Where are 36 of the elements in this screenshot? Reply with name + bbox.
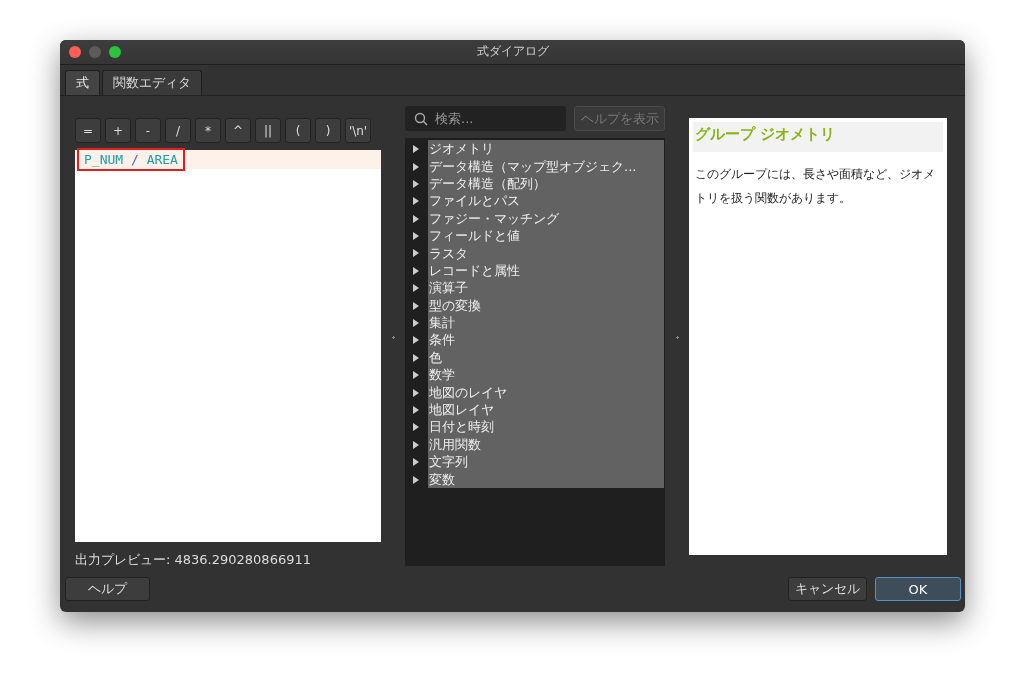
function-group-item[interactable]: 文字列 [428,453,664,471]
tab[interactable]: 式 [65,69,100,96]
expression-editor[interactable]: P_NUM / AREA [75,150,381,543]
function-group-item[interactable]: データ構造（配列） [428,175,664,193]
function-group-item[interactable]: ジオメトリ [428,140,664,158]
search-field[interactable]: 検索... [405,106,566,132]
help-title: グループ ジオメトリ [693,122,943,153]
window-title: 式ダイアログ [476,43,549,61]
ok-button[interactable]: OK [875,577,961,602]
function-group-item[interactable]: 集計 [428,314,664,332]
function-group-item[interactable]: 色 [428,349,664,367]
expression-text: P_NUM / AREA [77,148,185,172]
operator-button[interactable]: ^ [225,118,251,144]
operator-button[interactable]: - [135,118,161,144]
operator-button[interactable]: ( [285,118,311,144]
help-text: このグループには、長さや面積など、ジオメトリを扱う関数があります。 [695,166,936,208]
operator-button[interactable]: / [165,118,191,144]
close-icon[interactable] [69,46,81,58]
zoom-icon[interactable] [109,46,121,58]
operator-button[interactable]: ) [315,118,341,144]
function-group-item[interactable]: フィールドと値 [428,227,664,245]
search-icon [414,112,428,127]
function-group-item[interactable]: 地図レイヤ [428,401,664,419]
output-preview: 出力プレビュー: 4836.290280866911 [75,551,312,570]
function-group-item[interactable]: レコードと属性 [428,262,664,280]
tab[interactable]: 関数エディタ [102,69,202,96]
operator-button[interactable]: + [105,118,131,144]
expand-arrow-icon[interactable] [413,406,419,414]
cancel-button[interactable]: キャンセル [788,577,867,602]
function-group-item[interactable]: 汎用関数 [428,436,664,454]
function-group-item[interactable]: ファジー・マッチング [428,210,664,228]
operator-button[interactable]: = [75,118,101,144]
operator-button[interactable]: '\n' [345,118,371,144]
operator-button[interactable]: * [195,118,221,144]
help-button[interactable]: ヘルプ [65,577,150,602]
operator-button[interactable]: || [255,118,281,144]
